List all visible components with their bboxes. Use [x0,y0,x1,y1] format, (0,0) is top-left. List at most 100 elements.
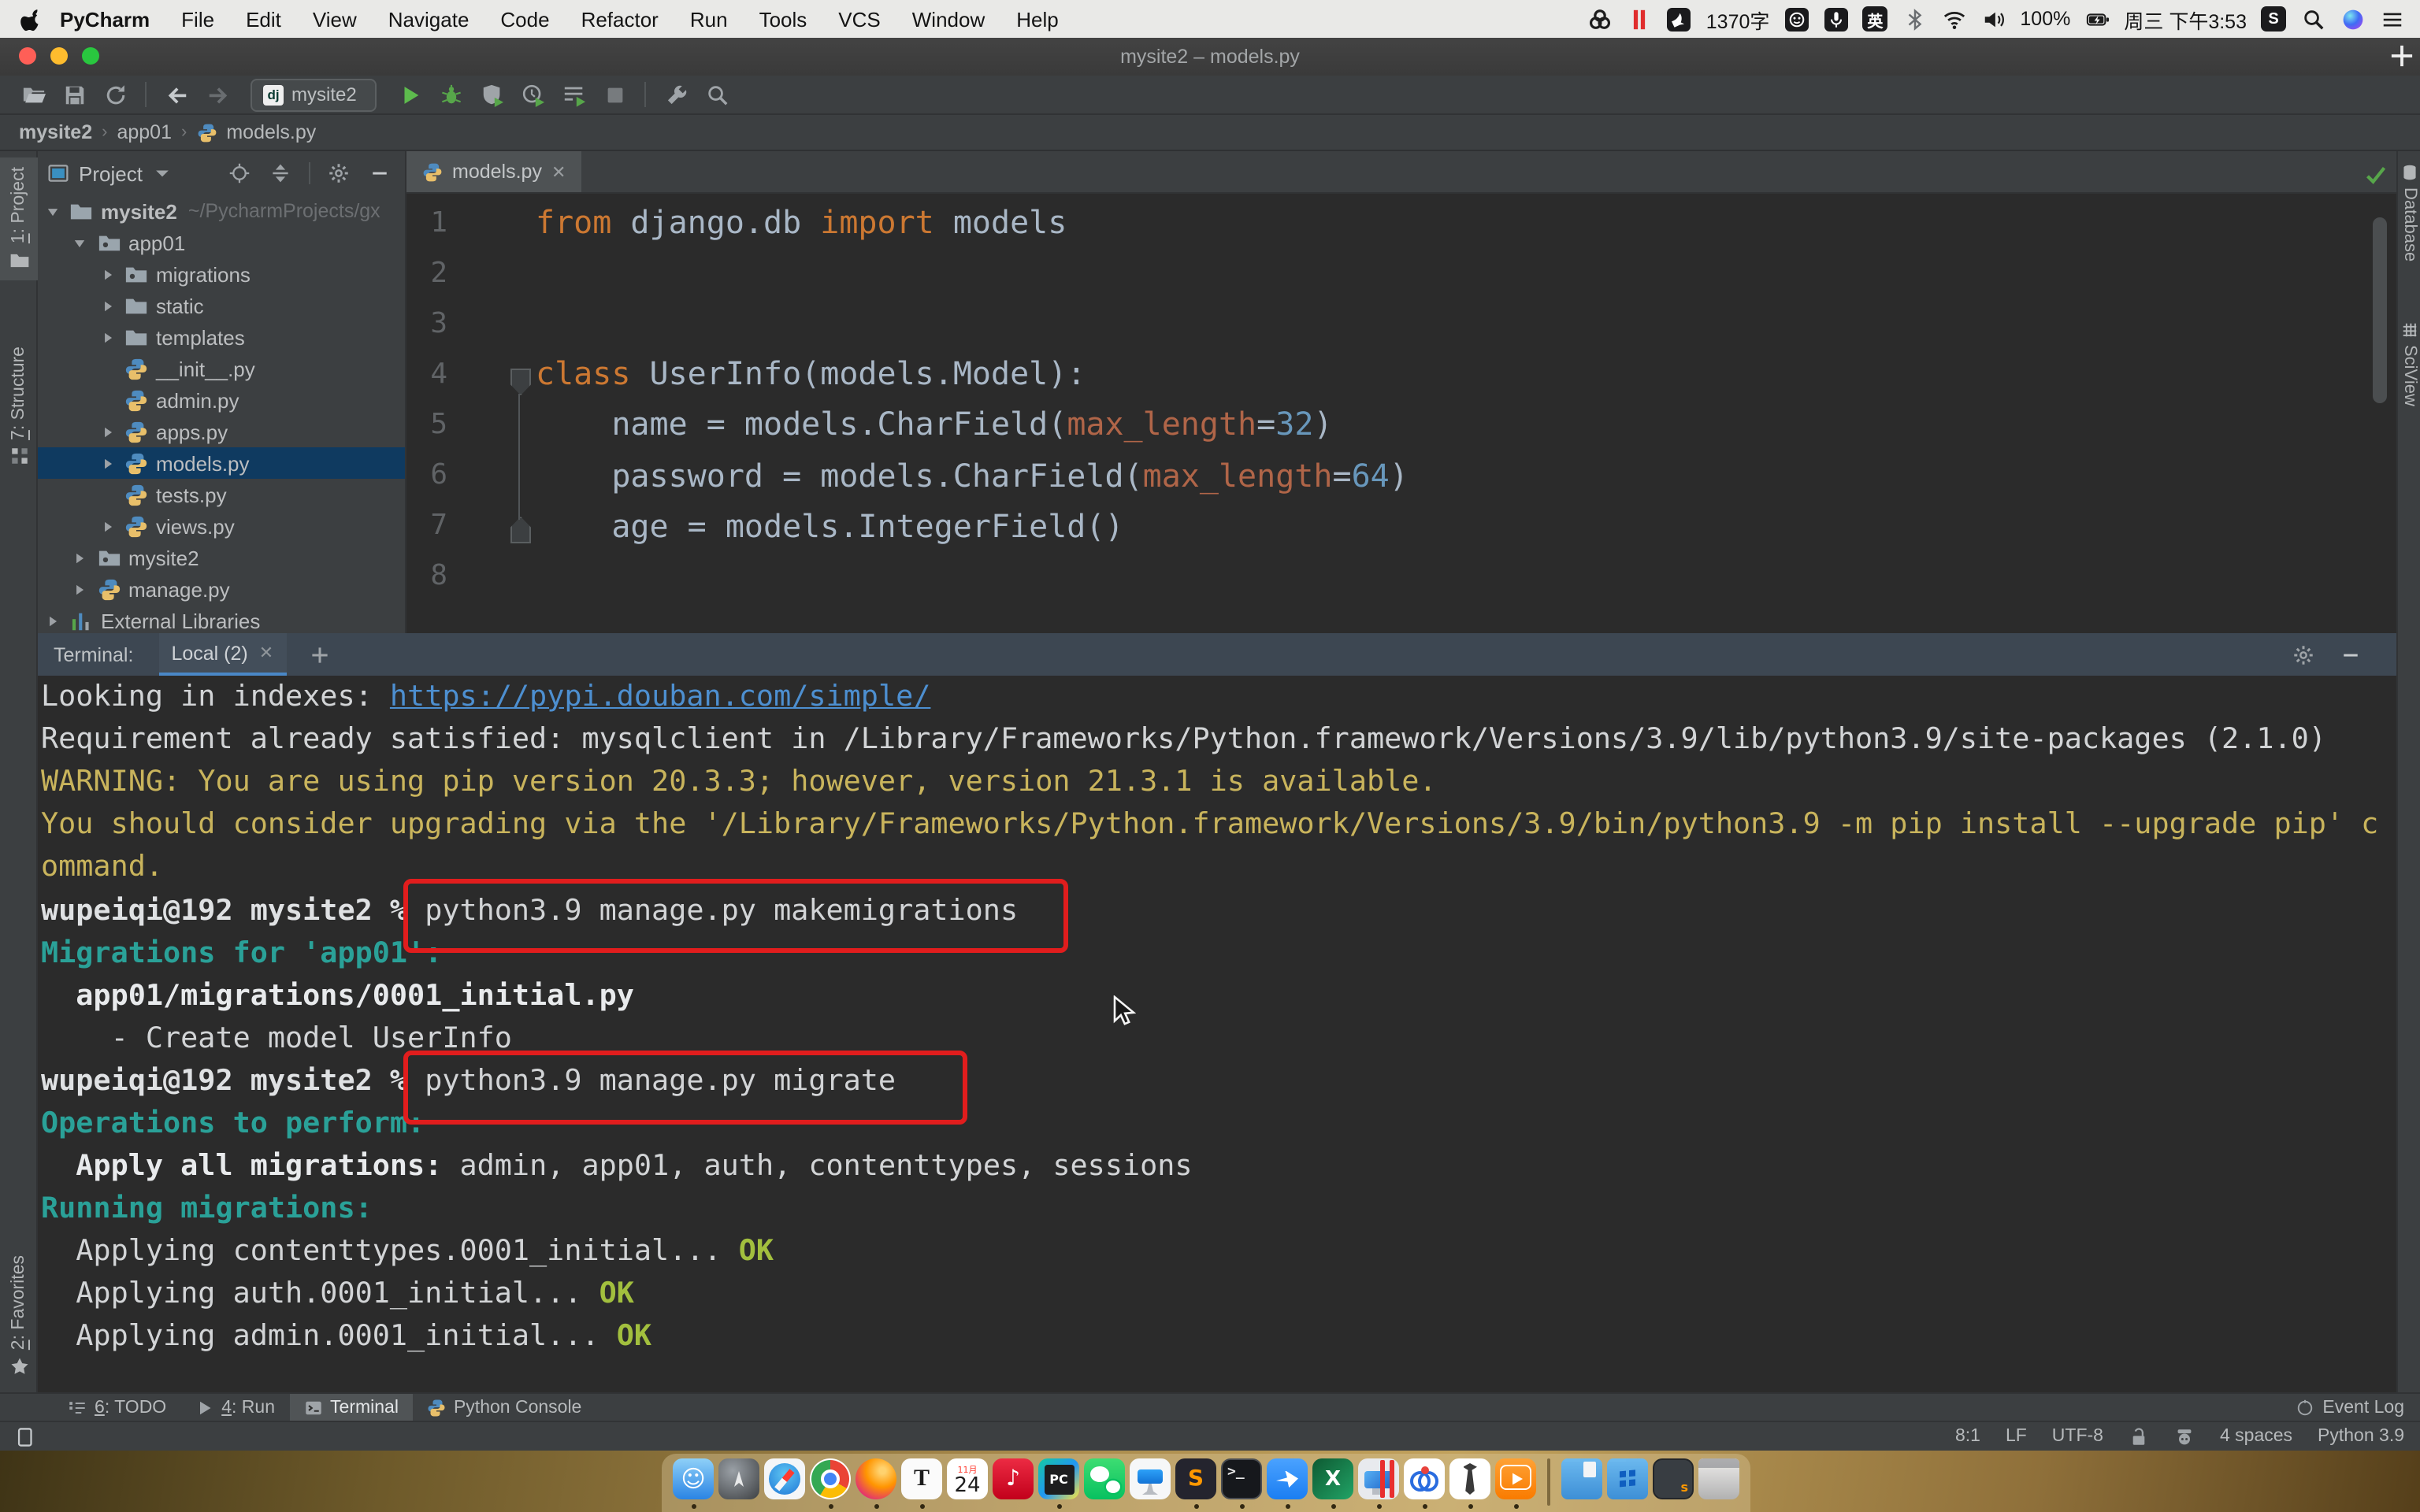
back-button[interactable] [158,78,195,111]
tree-arrow-closed-icon[interactable] [96,421,118,443]
wifi-icon[interactable] [1941,6,1966,32]
terminal-link[interactable]: https://pypi.douban.com/simple/ [390,680,931,713]
dock-item-finder[interactable]: ☺ [673,1458,714,1499]
terminal-settings-icon[interactable] [2292,643,2314,665]
menu-item-run[interactable]: Run [674,7,744,31]
unlock-icon[interactable] [2129,1426,2149,1447]
dock-item-keynote[interactable] [1130,1458,1171,1499]
bird-black-icon[interactable] [1667,6,1692,32]
menu-item-vcs[interactable]: VCS [822,7,896,31]
hector-icon[interactable] [2174,1426,2195,1447]
dock-item-typora[interactable]: T [901,1458,942,1499]
dock-item-sketchtie[interactable] [1449,1458,1490,1499]
tree-arrow-closed-icon[interactable] [96,295,118,317]
status-widget-utf-8[interactable]: UTF-8 [2052,1427,2103,1446]
tool-strip-sciview[interactable]: SciView [2398,321,2420,406]
toolwindow-button-terminal[interactable]: Terminal [289,1393,413,1421]
status-badge-[interactable]: 英 [1862,6,1887,32]
dock-item-termapp[interactable]: >_ [1221,1458,1262,1499]
menu-item-refactor[interactable]: Refactor [566,7,674,31]
dock-item-videoapp[interactable] [1495,1458,1536,1499]
dock-item-folderwin[interactable] [1606,1458,1647,1499]
tree-arrow-closed-icon[interactable] [96,263,118,285]
dock-item-trash[interactable] [1698,1458,1739,1499]
tree-row-external-libraries[interactable]: External Libraries [38,605,405,633]
menu-item-navigate[interactable]: Navigate [373,7,485,31]
tree-row-mysite2[interactable]: mysite2~/PycharmProjects/gx [38,195,405,227]
dock-item-calendar[interactable]: 11月24 [947,1458,988,1499]
event-log-button[interactable]: Event Log [2296,1398,2420,1417]
debug-button[interactable] [432,78,470,111]
nutstore-icon[interactable] [1588,6,1613,32]
chevron-down-icon[interactable] [152,162,174,184]
tree-arrow-closed-icon[interactable] [41,610,63,632]
status-text-100[interactable]: 100% [2020,8,2070,30]
collapse-all-button[interactable] [265,158,296,189]
dock-item-firefox[interactable] [856,1458,896,1499]
close-window-button[interactable] [19,47,36,65]
stop-button[interactable] [596,78,634,111]
battery-icon[interactable] [2084,6,2110,32]
tree-row-static[interactable]: static [38,290,405,321]
pause-red-icon[interactable] [1628,6,1653,32]
editor-tab-models-py[interactable]: models.py ✕ [406,151,581,192]
tree-arrow-open-icon[interactable] [69,232,91,254]
status-text-3-53[interactable]: 周三 下午3:53 [2124,4,2247,34]
dock-item-pycharm[interactable] [1038,1458,1079,1499]
tree-arrow-closed-icon[interactable] [96,326,118,348]
zoom-window-button[interactable] [82,47,99,65]
status-text-1370[interactable]: 1370字 [1706,4,1770,34]
tree-row-mysite2[interactable]: mysite2 [38,542,405,573]
tree-row-tests-py[interactable]: tests.py [38,479,405,510]
tree-arrow-closed-icon[interactable] [69,578,91,600]
dock-item-safari[interactable] [764,1458,805,1499]
coverage-button[interactable] [473,78,511,111]
menu-item-view[interactable]: View [297,7,373,31]
forward-button[interactable] [199,78,236,111]
menu-item-tools[interactable]: Tools [744,7,823,31]
open-button[interactable] [14,78,52,111]
hide-panel-button[interactable] [364,158,395,189]
status-widget-lf[interactable]: LF [2006,1427,2027,1446]
status-widget-8-1[interactable]: 8:1 [1955,1427,1980,1446]
tree-row-models-py[interactable]: models.py [38,447,405,479]
tree-row-admin-py[interactable]: admin.py [38,384,405,416]
mic-black-icon[interactable] [1823,6,1848,32]
project-panel-title[interactable]: Project [79,161,143,185]
tree-row-manage-py[interactable]: manage.py [38,573,405,605]
dock-item-filedark[interactable]: s [1652,1458,1693,1499]
apple-icon[interactable] [19,6,44,32]
status-widget-4-spaces[interactable]: 4 spaces [2220,1427,2292,1446]
volume-icon[interactable] [1980,6,2006,32]
run-button[interactable] [392,78,429,111]
tree-arrow-closed-icon[interactable] [96,515,118,537]
tool-strip-7-structure[interactable]: 7: Structure [0,337,38,476]
locate-file-button[interactable] [224,158,255,189]
dock-item-excel[interactable]: X [1312,1458,1353,1499]
emoji-black-icon[interactable] [1783,6,1809,32]
dock-item-wechat[interactable] [1084,1458,1125,1499]
tool-strip-2-favorites[interactable]: 2: Favorites [0,1246,38,1386]
tree-arrow-closed-icon[interactable] [69,547,91,569]
terminal-tab-local[interactable]: Local (2) ✕ [158,633,286,676]
menu-item-file[interactable]: File [165,7,230,31]
close-terminal-tab-icon[interactable]: ✕ [259,643,273,663]
inspection-ok-icon[interactable] [2365,164,2387,186]
minimize-window-button[interactable] [50,47,68,65]
status-widget-python-3-9[interactable]: Python 3.9 [2318,1427,2404,1446]
code-area[interactable]: 1from django.db import models234class Us… [406,194,2396,602]
dock-item-sublime[interactable]: S [1175,1458,1216,1499]
tree-row-migrations[interactable]: migrations [38,258,405,290]
menu-item-edit[interactable]: Edit [230,7,297,31]
tool-strip-database[interactable]: Database [2398,164,2420,261]
hide-terminal-icon[interactable] [2340,643,2362,665]
terminal-output[interactable]: Looking in indexes: https://pypi.douban.… [38,676,2396,1392]
run-configuration-selector[interactable]: djmysite2 [251,78,377,111]
wrench-button[interactable] [658,78,696,111]
tree-row-views-py[interactable]: views.py [38,510,405,542]
tree-arrow-open-icon[interactable] [41,200,63,222]
breadcrumb-item-mysite2[interactable]: mysite2 [19,121,92,143]
status-badge-s[interactable]: S [2261,6,2286,32]
dock-item-chrome[interactable] [810,1458,851,1499]
search-icon[interactable] [2300,6,2325,32]
